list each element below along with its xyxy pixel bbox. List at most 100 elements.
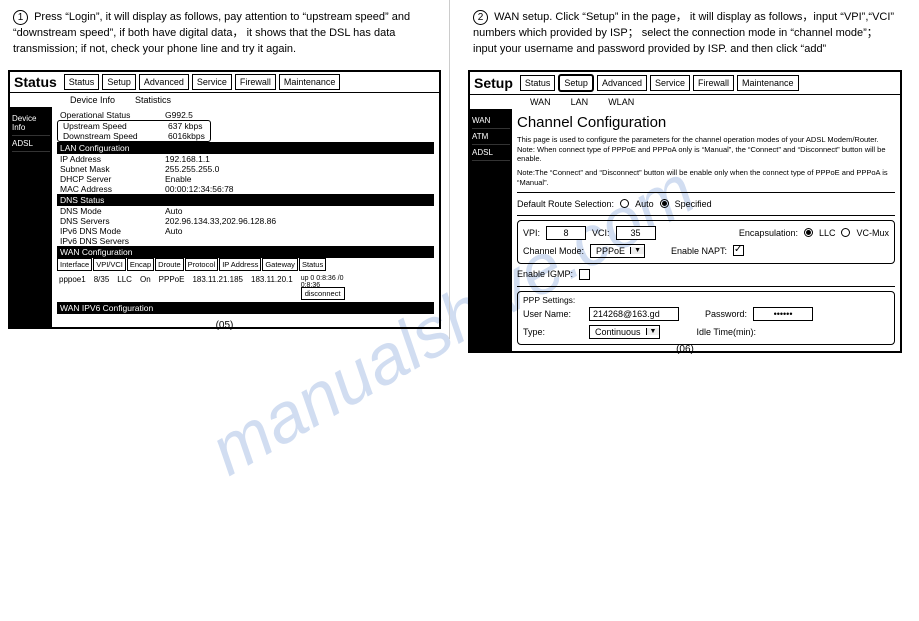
tab-advanced-r[interactable]: Advanced [597,75,647,91]
panel-header-setup: Setup Status Setup Advanced Service Fire… [470,72,900,95]
row-default-route: Default Route Selection: Auto Specified [517,197,895,211]
status-panel: Status Status Setup Advanced Service Fir… [8,70,441,329]
radio-auto[interactable] [620,199,629,208]
step-number-1: 1 [13,10,28,25]
panel-header: Status Status Setup Advanced Service Fir… [10,72,439,93]
lbl-op-status: Operational Status [60,110,165,120]
tab-service-r[interactable]: Service [650,75,690,91]
speed-highlight: Upstream Speed637 kbps Downstream Speed6… [57,120,211,142]
tab-maintenance-r[interactable]: Maintenance [737,75,799,91]
subtab-wan[interactable]: WAN [530,97,551,107]
lbl-mac: MAC Address [60,184,165,194]
col-vpivci: VPI/VCI [93,258,126,271]
lbl-type: Type: [523,327,583,337]
lbl-upstream: Upstream Speed [63,121,168,131]
lbl-default-route: Default Route Selection: [517,199,614,209]
tab-setup-r[interactable]: Setup [558,74,594,92]
type-value: Continuous [590,326,646,338]
instruction-2: 2 WAN setup. Click “Setup” in the page， … [468,10,902,58]
wan-pr: PPPoE [159,275,185,284]
lbl-vpi: VPI: [523,228,540,238]
lbl-ipv6dnsmode: IPv6 DNS Mode [60,226,165,236]
username-input[interactable]: 214268@163.gd [589,307,679,321]
wan-ip: 183.11.21.185 [192,275,243,284]
disconnect-button[interactable]: disconnect [301,287,345,300]
val-subnet: 255.255.255.0 [165,164,219,174]
status-main: Operational Status G992.5 Upstream Speed… [52,107,439,327]
igmp-checkbox[interactable] [579,269,590,280]
page-number-left: (05) [216,320,234,331]
sidenav-device-info[interactable]: Device Info [12,111,50,136]
val-dhcp: Enable [165,174,191,184]
section-wan: WAN Configuration [57,246,434,258]
setup-panel: Setup Status Setup Advanced Service Fire… [468,70,902,353]
col-protocol: Protocol [185,258,219,271]
wan-columns: Interface VPI/VCI Encap Droute Protocol … [57,258,434,271]
lbl-specified: Specified [675,199,712,209]
tab-service[interactable]: Service [192,74,232,90]
col-status: Status [299,258,326,271]
sidenav-adsl[interactable]: ADSL [12,136,50,152]
page-number-right: (06) [676,344,694,355]
sidenav-wan[interactable]: WAN [472,113,510,129]
wan-vpi: 8/35 [94,275,110,284]
wan-status-col: up 0 0:8:36 /0 0:8:36 disconnect [301,275,356,298]
sidenav-atm[interactable]: ATM [472,129,510,145]
panel-title-setup: Setup [474,75,513,91]
channel-mode-value: PPPoE [591,245,630,257]
panel-title: Status [14,74,57,90]
chevron-down-icon: ▼ [630,247,644,254]
col-ipaddr: IP Address [219,258,261,271]
tab-advanced[interactable]: Advanced [139,74,189,90]
subtab-device-info[interactable]: Device Info [70,95,115,105]
lbl-ipv6dnsservers: IPv6 DNS Servers [60,236,165,246]
sub-tabs-r: WAN LAN WLAN [470,95,900,109]
channel-mode-select[interactable]: PPPoE ▼ [590,244,645,258]
instruction-1: 1 Press “Login”, it will display as foll… [8,10,441,58]
vci-input[interactable]: 35 [616,226,656,240]
radio-llc[interactable] [804,228,813,237]
wan-enc: LLC [117,275,132,284]
row-igmp: Enable IGMP: [517,267,895,282]
col-encap: Encap [127,258,154,271]
lbl-dnsservers: DNS Servers [60,216,165,226]
lbl-downstream: Downstream Speed [63,131,168,141]
subtab-lan[interactable]: LAN [571,97,589,107]
type-select[interactable]: Continuous ▼ [589,325,660,339]
sidenav-adsl-r[interactable]: ADSL [472,145,510,161]
password-input[interactable]: •••••• [753,307,813,321]
vpi-vci-group: VPI: 8 VCI: 35 Encapsulation: LLC VC-Mux… [517,220,895,264]
section-dns: DNS Status [57,194,434,206]
panel-body-r: WAN ATM ADSL Channel Configuration This … [470,109,900,351]
tab-firewall[interactable]: Firewall [235,74,276,90]
step-number-2: 2 [473,10,488,25]
setup-main: Channel Configuration This page is used … [512,109,900,351]
instruction-text-2: WAN setup. Click “Setup” in the page， it… [473,11,894,55]
tab-maintenance[interactable]: Maintenance [279,74,341,90]
divider-2 [517,215,895,216]
tab-firewall-r[interactable]: Firewall [693,75,734,91]
radio-specified[interactable] [660,199,669,208]
tab-status-r[interactable]: Status [520,75,556,91]
page-left: 1 Press “Login”, it will display as foll… [0,0,450,339]
subtab-wlan[interactable]: WLAN [608,97,634,107]
lbl-username: User Name: [523,309,583,319]
radio-vcmux[interactable] [841,228,850,237]
val-g992: G992.5 [165,110,193,120]
instruction-text-1: Press “Login”, it will display as follow… [13,11,410,55]
wan-dr: On [140,275,151,284]
val-mac: 00:00:12:34:56:78 [165,184,234,194]
lbl-encap: Encapsulation: [739,228,798,238]
napt-checkbox[interactable] [733,245,744,256]
lbl-idle: Idle Time(min): [696,327,756,337]
col-interface: Interface [57,258,92,271]
vpi-input[interactable]: 8 [546,226,586,240]
section-lan: LAN Configuration [57,142,434,154]
row-operational: Operational Status G992.5 [57,110,434,120]
page-right: 2 WAN setup. Click “Setup” in the page， … [460,0,910,363]
tab-setup[interactable]: Setup [102,74,136,90]
chevron-down-icon-2: ▼ [646,328,660,335]
side-nav: Device Info ADSL [10,107,52,327]
tab-status[interactable]: Status [64,74,100,90]
subtab-statistics[interactable]: Statistics [135,95,171,105]
